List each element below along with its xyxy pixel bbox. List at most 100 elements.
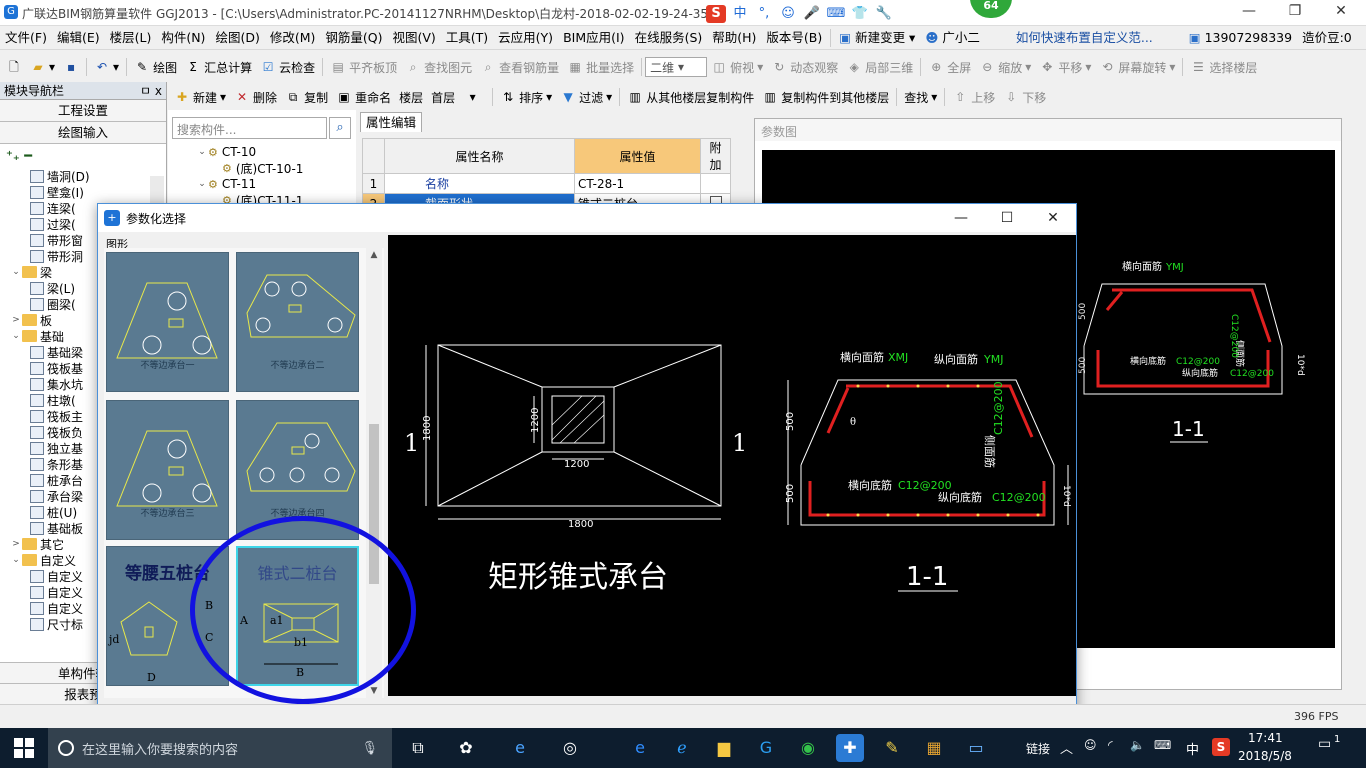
dialog-maximize-button[interactable]: ☐: [984, 204, 1030, 232]
project-settings-button[interactable]: 工程设置: [0, 100, 166, 122]
scroll-down-icon[interactable]: ▼: [366, 686, 382, 696]
top-view-button[interactable]: ◫ 俯视 ▾: [707, 56, 767, 78]
ie-icon[interactable]: ℯ: [668, 734, 696, 762]
component-row[interactable]: ⚙ (底)CT-10-1: [196, 160, 354, 176]
account-button[interactable]: ▣ 13907298339: [1184, 26, 1297, 50]
pan-button[interactable]: ✥ 平移 ▾: [1035, 56, 1095, 78]
delete-component-button[interactable]: ✕ 删除: [230, 86, 281, 108]
nav-pin-close[interactable]: ㅁ x: [140, 82, 162, 99]
ime-lang-button[interactable]: 中: [730, 5, 750, 23]
sum-button[interactable]: Σ 汇总计算: [181, 56, 256, 78]
property-value[interactable]: CT-28-1: [574, 173, 701, 194]
ime-tools-icon[interactable]: 🔧: [874, 5, 894, 23]
batch-select-button[interactable]: ▦ 批量选择: [563, 56, 638, 78]
component-search-input[interactable]: 搜索构件...: [172, 117, 327, 139]
sogou-logo-icon[interactable]: S: [706, 5, 726, 23]
ime-voice-icon[interactable]: 🎤: [802, 5, 822, 23]
dialog-minimize-button[interactable]: —: [938, 204, 984, 232]
tray-volume-icon[interactable]: 🔈: [1130, 738, 1145, 752]
ime-keyboard-icon[interactable]: ⌨: [826, 5, 846, 23]
menu-file[interactable]: 文件(F): [0, 26, 52, 50]
tree-expander-icon[interactable]: ⌄: [10, 555, 22, 565]
score-badge[interactable]: 64: [970, 0, 1012, 18]
view-rebar-button[interactable]: ⌕ 查看钢筋量: [476, 56, 563, 78]
new-file-button[interactable]: 🗋: [2, 56, 26, 78]
app-green-icon[interactable]: ◉: [794, 734, 822, 762]
copy-component-button[interactable]: ⧉ 复制: [281, 86, 332, 108]
tree-expander-icon[interactable]: >: [10, 315, 22, 325]
tab-property-edit[interactable]: 属性编辑: [360, 112, 422, 132]
clock-date[interactable]: 2018/5/8: [1238, 749, 1292, 763]
save-button[interactable]: ▪: [59, 56, 83, 78]
menu-bim[interactable]: BIM应用(I): [558, 26, 630, 50]
sort-button[interactable]: ⇅ 排序 ▾: [496, 86, 556, 108]
undo-button[interactable]: ↶ ▾: [90, 56, 123, 78]
draw-button[interactable]: ✎ 绘图: [130, 56, 181, 78]
tree-expander-icon[interactable]: >: [10, 539, 22, 549]
menu-rebar[interactable]: 钢筋量(Q): [320, 26, 387, 50]
tree-expander-icon[interactable]: ⌄: [196, 147, 208, 157]
menu-version[interactable]: 版本号(B): [761, 26, 827, 50]
scroll-up-icon[interactable]: ▲: [366, 250, 382, 260]
move-down-button[interactable]: ⇩ 下移: [999, 86, 1050, 108]
ime-emoji-icon[interactable]: ☺: [778, 5, 798, 23]
menu-view[interactable]: 视图(V): [387, 26, 440, 50]
tray-link-label[interactable]: 链接: [1026, 740, 1050, 757]
edge-icon[interactable]: e: [506, 734, 534, 762]
menu-online[interactable]: 在线服务(S): [630, 26, 708, 50]
minimize-button[interactable]: —: [1226, 0, 1272, 24]
menu-draw[interactable]: 绘图(D): [210, 26, 264, 50]
assistant-button[interactable]: ☻ 广小二: [920, 26, 985, 50]
floor-select[interactable]: 首层 ▾: [427, 86, 489, 108]
cloud-check-button[interactable]: ☑ 云检查: [256, 56, 319, 78]
ime-punct-button[interactable]: °,: [754, 5, 774, 23]
taskbar-search[interactable]: 在这里输入你要搜索的内容 🎙: [48, 728, 392, 768]
tray-wifi-icon[interactable]: ◜: [1108, 738, 1113, 752]
find-button[interactable]: 查找 ▾: [900, 86, 941, 108]
menu-help[interactable]: 帮助(H): [707, 26, 761, 50]
remote-desktop-icon[interactable]: ▭: [962, 734, 990, 762]
tray-chevron-icon[interactable]: ︿: [1060, 738, 1073, 757]
shape-thumbnail[interactable]: 不等边承台二: [236, 252, 359, 392]
tray-keyboard-icon[interactable]: ⌨: [1154, 738, 1171, 752]
price-bean-label[interactable]: 造价豆:0: [1297, 26, 1357, 50]
ime-skin-icon[interactable]: 👕: [850, 5, 870, 23]
notes-icon[interactable]: ✎: [878, 734, 906, 762]
menu-component[interactable]: 构件(N): [156, 26, 210, 50]
menu-cloud[interactable]: 云应用(Y): [493, 26, 558, 50]
mic-icon[interactable]: 🎙: [361, 741, 378, 756]
drawing-input-button[interactable]: 绘图输入: [0, 122, 166, 144]
menu-tools[interactable]: 工具(T): [441, 26, 493, 50]
tree-expander-icon[interactable]: ⌄: [10, 267, 22, 277]
rename-component-button[interactable]: ▣ 重命名: [332, 86, 395, 108]
tree-expander-icon[interactable]: ⌄: [196, 179, 208, 189]
property-row[interactable]: 1 名称 CT-28-1: [362, 173, 731, 194]
view-mode-select[interactable]: 二维 ▾: [645, 57, 708, 77]
new-component-button[interactable]: ✚ 新建 ▾: [170, 86, 230, 108]
component-row[interactable]: ⌄ ⚙ CT-11: [196, 176, 354, 192]
tray-people-icon[interactable]: ☺: [1084, 738, 1097, 752]
menu-modify[interactable]: 修改(M): [265, 26, 321, 50]
close-button[interactable]: ✕: [1318, 0, 1364, 24]
app-pinwheel-icon[interactable]: ✿: [452, 734, 480, 762]
restore-button[interactable]: ❐: [1272, 0, 1318, 24]
open-button[interactable]: ▰ ▾: [26, 56, 59, 78]
file-explorer-icon[interactable]: ▆: [710, 734, 738, 762]
search-icon[interactable]: ⌕: [329, 117, 351, 139]
archive-icon[interactable]: ▦: [920, 734, 948, 762]
tip-link[interactable]: 如何快速布置自定义范...: [1011, 26, 1158, 50]
app-g-icon[interactable]: G: [752, 734, 780, 762]
find-element-button[interactable]: ⌕ 查找图元: [401, 56, 476, 78]
new-change-button[interactable]: ▣ 新建变更 ▾: [834, 26, 920, 50]
dialog-close-button[interactable]: ✕: [1030, 204, 1076, 232]
copy-to-floor-button[interactable]: ▥ 复制构件到其他楼层: [758, 86, 893, 108]
menu-edit[interactable]: 编辑(E): [52, 26, 105, 50]
zoom-button[interactable]: ⊖ 缩放 ▾: [975, 56, 1035, 78]
component-row[interactable]: ⌄ ⚙ CT-10: [196, 144, 354, 160]
filter-button[interactable]: ▼ 过滤 ▾: [556, 86, 616, 108]
expand-collapse-tools[interactable]: ⁺₊ ━: [0, 144, 166, 168]
copy-from-floor-button[interactable]: ▥ 从其他楼层复制构件: [623, 86, 758, 108]
nav-item[interactable]: 墙洞(D): [0, 168, 166, 184]
nav-item[interactable]: 壁龛(I): [0, 184, 166, 200]
app-swirl-icon[interactable]: ◎: [556, 734, 584, 762]
